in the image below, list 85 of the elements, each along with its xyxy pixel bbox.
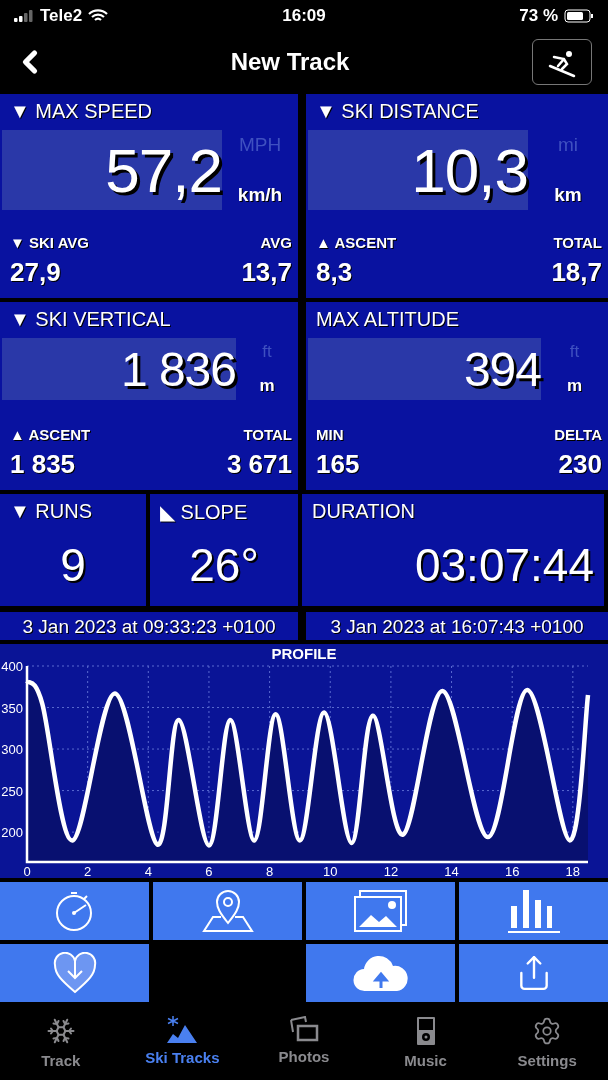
- panel-title: DURATION: [311, 499, 416, 524]
- wifi-icon: [88, 9, 109, 23]
- sub-label: AVG: [260, 234, 292, 251]
- sub-label: TOTAL: [553, 234, 602, 251]
- stat-value: 26°: [189, 538, 259, 592]
- heart-download-icon: [52, 952, 97, 994]
- map-pin-icon: [201, 889, 254, 933]
- sub-label: DELTA: [554, 426, 602, 443]
- snowflake-icon: [45, 1016, 76, 1046]
- tab[interactable]: Photos: [243, 1006, 365, 1080]
- sub-label: TOTAL: [243, 426, 292, 443]
- panel-title: ▼ SKI DISTANCE: [315, 99, 480, 124]
- x-tick-label: 0: [23, 864, 31, 878]
- map-button[interactable]: [153, 882, 302, 940]
- music-player-icon: [415, 1016, 436, 1046]
- unit: m: [566, 376, 583, 396]
- tab[interactable]: Settings: [486, 1006, 608, 1080]
- upload-button[interactable]: [306, 944, 455, 1002]
- sub-value: 1 835: [10, 449, 76, 480]
- tab[interactable]: Ski Tracks: [121, 1006, 244, 1080]
- alt-unit: ft: [569, 342, 580, 362]
- sub-value: 165: [316, 449, 360, 480]
- x-tick-label: 10: [323, 864, 338, 878]
- stat-value: 394: [463, 341, 541, 397]
- battery-percent: 73 %: [519, 6, 558, 26]
- panel-title: ▼ MAX SPEED: [9, 99, 154, 124]
- sub-label: ▼ SKI AVG: [10, 234, 90, 251]
- sub-value: 27,9: [10, 257, 61, 288]
- stat-value: 1 836: [120, 341, 236, 397]
- share-button[interactable]: [459, 944, 608, 1002]
- stat-value: 03:07:44: [414, 538, 595, 592]
- photos-icon: [353, 889, 408, 933]
- panel-title: ◣ SLOPE: [159, 500, 249, 524]
- panel-title: MAX ALTITUDE: [315, 307, 460, 332]
- timer-button[interactable]: [0, 882, 149, 940]
- alt-unit: ft: [262, 342, 272, 362]
- photos-icon: [289, 1016, 319, 1042]
- stat-value: 57,2: [105, 134, 222, 206]
- unit: km: [554, 184, 582, 206]
- unit: km/h: [237, 184, 283, 206]
- photos-button[interactable]: [306, 882, 455, 940]
- tab[interactable]: Track: [0, 1006, 122, 1080]
- sub-value: 8,3: [316, 257, 353, 288]
- x-tick-label: 4: [144, 864, 152, 878]
- y-tick-label: 250: [1, 783, 23, 799]
- x-tick-label: 18: [565, 864, 581, 878]
- stats-button[interactable]: [459, 882, 608, 940]
- x-tick-label: 16: [504, 864, 520, 878]
- bar-chart-icon: [506, 888, 561, 934]
- sub-label: ▲ ASCENT: [10, 426, 91, 443]
- sub-value: 13,7: [241, 257, 292, 288]
- x-tick-label: 6: [205, 864, 213, 878]
- tab[interactable]: Music: [364, 1006, 487, 1080]
- x-tick-label: 14: [444, 864, 459, 878]
- stat-value: 9: [60, 538, 86, 592]
- sub-label: ▲ ASCENT: [316, 234, 397, 251]
- sub-value: 18,7: [551, 257, 602, 288]
- cloud-upload-icon: [352, 954, 409, 992]
- x-tick-label: 8: [266, 864, 274, 878]
- panel-title: ▼ RUNS: [9, 499, 94, 524]
- alt-unit: MPH: [238, 134, 282, 156]
- health-button[interactable]: [0, 944, 149, 1002]
- x-tick-label: 12: [383, 864, 399, 878]
- chart-title: PROFILE: [271, 644, 337, 662]
- y-tick-label: 400: [1, 662, 23, 674]
- alt-unit: mi: [557, 134, 579, 156]
- carrier: Tele2: [40, 6, 83, 26]
- ski-mode-button[interactable]: [532, 39, 592, 85]
- sub-label: MIN: [316, 426, 344, 443]
- timestamp: 3 Jan 2023 at 09:33:23 +0100: [0, 612, 298, 640]
- y-tick-label: 350: [1, 700, 23, 716]
- stat-value: 10,3: [411, 134, 528, 206]
- timestamp: 3 Jan 2023 at 16:07:43 +0100: [306, 612, 608, 640]
- mountain-snowflake-icon: [167, 1016, 198, 1043]
- screen-title: New Track: [230, 48, 350, 76]
- battery-icon: [564, 9, 594, 23]
- panel-title: ▼ SKI VERTICAL: [9, 307, 172, 332]
- sub-value: 230: [558, 449, 602, 480]
- signal-icon: [14, 10, 34, 22]
- y-tick-label: 200: [1, 825, 23, 841]
- unit: m: [259, 376, 275, 396]
- x-tick-label: 2: [84, 864, 92, 878]
- sub-value: 3 671: [226, 449, 292, 480]
- clock: 16:09: [282, 6, 326, 26]
- y-tick-label: 300: [1, 742, 23, 758]
